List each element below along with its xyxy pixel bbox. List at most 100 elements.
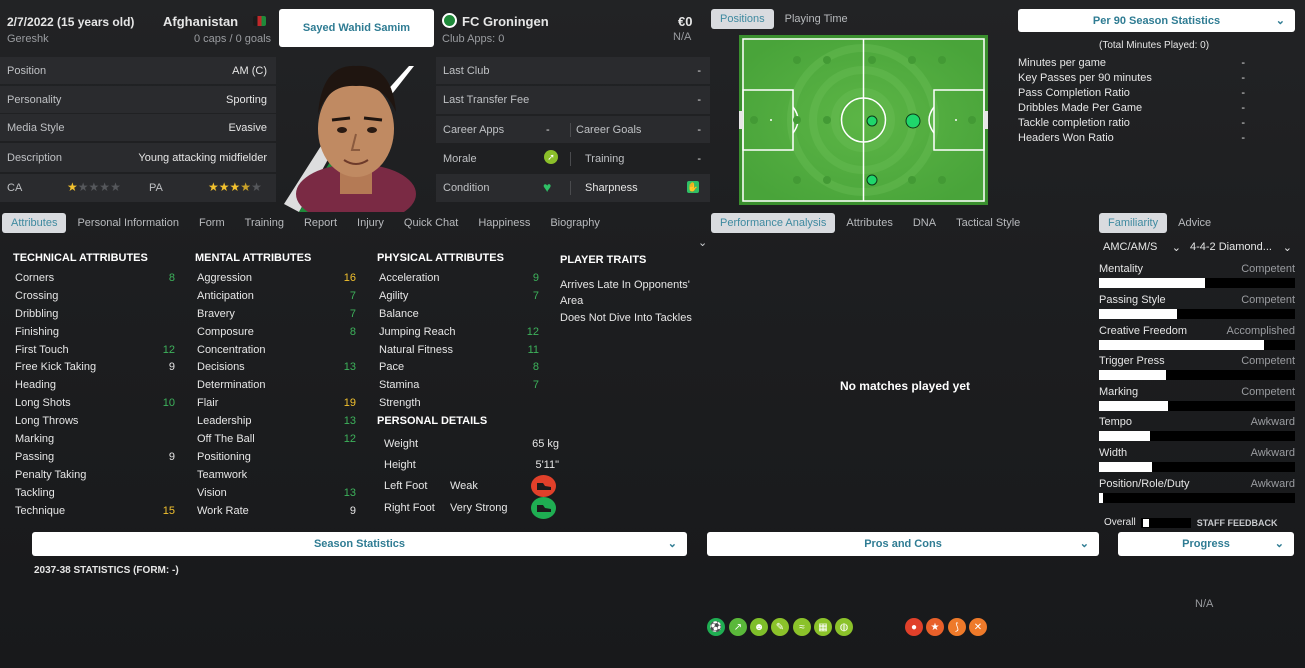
club-badge-icon xyxy=(442,13,457,28)
attribute-row[interactable]: Bravery 7 xyxy=(195,305,356,323)
nation-link[interactable]: Afghanistan xyxy=(163,14,238,29)
attribute-name: Penalty Taking xyxy=(15,468,87,481)
profile-row-personality: Personality Sporting xyxy=(0,86,276,113)
season-statistics-dropdown[interactable]: Season Statistics ⌄ xyxy=(32,532,687,556)
tab-training[interactable]: Training xyxy=(236,213,293,233)
player-name-button[interactable]: Sayed Wahid Samim xyxy=(279,9,434,47)
attribute-row[interactable]: Long Shots 10 xyxy=(13,394,175,412)
tab-injury[interactable]: Injury xyxy=(348,213,393,233)
attribute-row[interactable]: Heading xyxy=(13,376,175,394)
attribute-row[interactable]: Tackling xyxy=(13,484,175,502)
profile-label: Media Style xyxy=(7,121,65,134)
attribute-row[interactable]: Concentration xyxy=(195,341,356,359)
attribute-row[interactable]: Agility 7 xyxy=(377,287,539,305)
attribute-row[interactable]: Passing 9 xyxy=(13,448,175,466)
chevron-down-icon[interactable]: ⌄ xyxy=(698,236,707,249)
attribute-row[interactable]: Leadership 13 xyxy=(195,412,356,430)
attribute-row[interactable]: Determination xyxy=(195,376,356,394)
tab-performance-analysis[interactable]: Performance Analysis xyxy=(711,213,836,233)
pitch-tabs: Positions Playing Time xyxy=(711,9,859,29)
attribute-row[interactable]: Free Kick Taking 9 xyxy=(13,358,175,376)
con-tackle-icon[interactable]: ✕ xyxy=(969,618,987,636)
formation-select[interactable]: 4-4-2 Diamond... ⌄ xyxy=(1190,241,1292,254)
tab-perf-attributes[interactable]: Attributes xyxy=(837,213,901,233)
tab-quick-chat[interactable]: Quick Chat xyxy=(395,213,467,233)
attribute-row[interactable]: Off The Ball 12 xyxy=(195,430,356,448)
familiarity-bar-fill xyxy=(1099,401,1168,411)
con-heading-icon[interactable]: ● xyxy=(905,618,923,636)
player-profile-screen: 2/7/2022 (15 years old) Gereshk Afghanis… xyxy=(0,0,1305,668)
attribute-row[interactable]: Work Rate 9 xyxy=(195,502,356,520)
pro-globe-icon[interactable]: ◍ xyxy=(835,618,853,636)
attribute-name: Composure xyxy=(197,325,254,338)
attribute-row[interactable]: Pace 8 xyxy=(377,358,539,376)
attribute-row[interactable]: Strength xyxy=(377,394,539,412)
tab-happiness[interactable]: Happiness xyxy=(469,213,539,233)
pros-cons-dropdown[interactable]: Pros and Cons ⌄ xyxy=(707,532,1099,556)
tab-dna[interactable]: DNA xyxy=(904,213,945,233)
attribute-row[interactable]: Marking xyxy=(13,430,175,448)
positions-pitch xyxy=(739,35,988,205)
attribute-row[interactable]: Corners 8 xyxy=(13,269,175,287)
attribute-row[interactable]: Technique 15 xyxy=(13,502,175,520)
star-icon: ★ xyxy=(218,180,230,194)
familiarity-label-row: Position/Role/Duty Awkward xyxy=(1099,478,1295,490)
attribute-row[interactable]: Acceleration 9 xyxy=(377,269,539,287)
attribute-row[interactable]: Decisions 13 xyxy=(195,358,356,376)
attribute-row[interactable]: Vision 13 xyxy=(195,484,356,502)
morale-icon[interactable]: ➚ xyxy=(544,150,558,164)
attribute-value: 9 xyxy=(532,271,539,284)
traits-title: PLAYER TRAITS xyxy=(560,254,647,266)
player-traits: PLAYER TRAITS Arrives Late In Opponents'… xyxy=(560,254,700,326)
stats-dropdown[interactable]: Per 90 Season Statistics ⌄ xyxy=(1018,9,1295,32)
role-select[interactable]: AMC/AM/S ⌄ xyxy=(1103,241,1181,254)
attribute-row[interactable]: Positioning xyxy=(195,448,356,466)
pro-technique-icon[interactable]: ✎ xyxy=(771,618,789,636)
pro-tactics-icon[interactable]: ▦ xyxy=(814,618,832,636)
tab-tactical-style[interactable]: Tactical Style xyxy=(947,213,1029,233)
pro-mental-icon[interactable]: ☻ xyxy=(750,618,768,636)
last-fee-value: - xyxy=(697,94,701,106)
progress-dropdown[interactable]: Progress ⌄ xyxy=(1118,532,1294,556)
role-select-value: AMC/AM/S xyxy=(1103,241,1158,253)
tab-report[interactable]: Report xyxy=(295,213,346,233)
tab-familiarity[interactable]: Familiarity xyxy=(1099,213,1168,233)
attribute-row[interactable]: Stamina 7 xyxy=(377,376,539,394)
overall-row: Overall STAFF FEEDBACK xyxy=(1104,517,1278,528)
pro-shooting-icon[interactable]: ⚽ xyxy=(707,618,725,636)
familiarity-label: Tempo xyxy=(1099,416,1133,428)
attribute-row[interactable]: Natural Fitness 11 xyxy=(377,341,539,359)
attribute-row[interactable]: Balance xyxy=(377,305,539,323)
attribute-row[interactable]: Flair 19 xyxy=(195,394,356,412)
tab-personal-information[interactable]: Personal Information xyxy=(68,213,188,233)
divider xyxy=(570,181,571,195)
tab-attributes[interactable]: Attributes xyxy=(2,213,67,233)
attribute-row[interactable]: Teamwork xyxy=(195,466,356,484)
attribute-name: Strength xyxy=(379,397,421,410)
pro-passing-icon[interactable]: ≈ xyxy=(793,618,811,636)
tab-positions[interactable]: Positions xyxy=(711,9,774,29)
pro-trend-icon[interactable]: ↗ xyxy=(729,618,747,636)
attribute-row[interactable]: Aggression 16 xyxy=(195,269,356,287)
attribute-row[interactable]: Anticipation 7 xyxy=(195,287,356,305)
attribute-name: Corners xyxy=(15,271,55,284)
familiarity-bar xyxy=(1099,431,1295,441)
tab-advice[interactable]: Advice xyxy=(1169,213,1220,233)
tab-playing-time[interactable]: Playing Time xyxy=(776,9,857,29)
attribute-name: Long Throws xyxy=(15,415,79,428)
tab-biography[interactable]: Biography xyxy=(541,213,609,233)
club-link[interactable]: FC Groningen xyxy=(462,14,549,29)
attribute-row[interactable]: Crossing xyxy=(13,287,175,305)
attribute-row[interactable]: Long Throws xyxy=(13,412,175,430)
attribute-row[interactable]: Penalty Taking xyxy=(13,466,175,484)
attribute-row[interactable]: Dribbling xyxy=(13,305,175,323)
con-physical-icon[interactable]: ⟆ xyxy=(948,618,966,636)
attribute-row[interactable]: Jumping Reach 12 xyxy=(377,323,539,341)
attribute-row[interactable]: Finishing xyxy=(13,323,175,341)
attribute-row[interactable]: Composure 8 xyxy=(195,323,356,341)
attribute-value: 13 xyxy=(343,486,356,499)
con-star-icon[interactable]: ★ xyxy=(926,618,944,636)
stat-row: Key Passes per 90 minutes - xyxy=(1018,72,1245,87)
attribute-row[interactable]: First Touch 12 xyxy=(13,341,175,359)
tab-form[interactable]: Form xyxy=(190,213,234,233)
